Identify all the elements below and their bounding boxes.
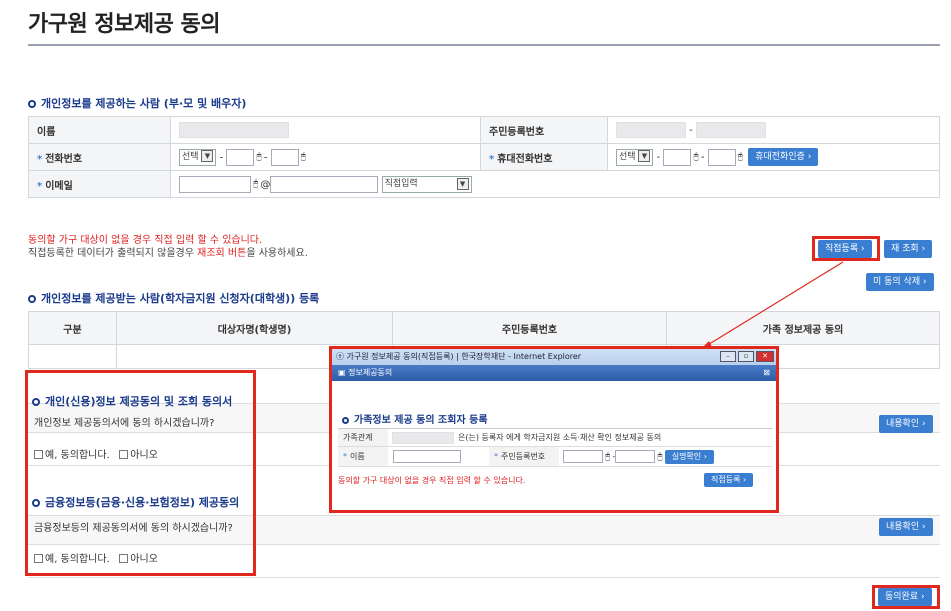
popup-section-title: 가족정보 제공 동의 조회자 등록 — [342, 411, 488, 426]
minimize-icon[interactable]: – — [720, 351, 736, 362]
popup-name-input[interactable] — [393, 450, 461, 463]
close-icon[interactable]: ⊠ — [763, 365, 770, 381]
popup-rrn-front-input[interactable] — [563, 450, 603, 463]
bullet-icon — [342, 417, 349, 424]
ie-icon: ⓔ — [336, 352, 344, 361]
close-icon[interactable]: ✕ — [756, 351, 774, 362]
mouse-icon[interactable]: 🖰 — [605, 452, 610, 462]
popup-rrn-back-input[interactable] — [615, 450, 656, 463]
popup-note: 동의할 가구 대상이 없을 경우 직접 입력 할 수 있습니다. — [338, 476, 526, 485]
popup-name-label: 이름 — [350, 452, 365, 461]
popup-header: ▣ 정보제공동의 ⊠ — [332, 365, 776, 381]
popup-titlebar: ⓔ 가구원 정보제공 동의(직접등록) | 한국장학재단 - Internet … — [332, 349, 776, 365]
relation-text: 은(는) 등록자 에게 학자금지원 소득·재산 확인 정보제공 동의 — [458, 433, 662, 442]
agree-complete-button[interactable]: 동의완료 › — [878, 588, 932, 606]
maximize-icon[interactable]: ▫ — [738, 351, 754, 362]
mouse-icon[interactable]: 🖰 — [657, 452, 662, 462]
popup-rrn-label: 주민등록번호 — [501, 452, 546, 461]
callout-arrow — [700, 261, 844, 350]
relation-value — [392, 431, 454, 444]
relation-label: 가족관계 — [338, 429, 388, 446]
popup-verify-button[interactable]: 실명확인 › — [664, 449, 714, 464]
register-popup: ⓔ 가구원 정보제공 동의(직접등록) | 한국장학재단 - Internet … — [329, 346, 779, 513]
popup-register-button[interactable]: 직접등록 › — [704, 473, 754, 487]
